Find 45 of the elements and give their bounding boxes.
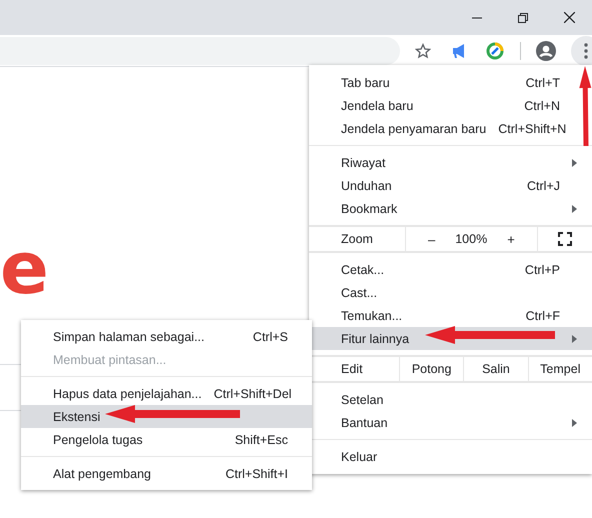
shortcut-text: Ctrl+N <box>524 98 560 112</box>
menu-item[interactable]: Hapus data penjelajahan... Ctrl+Shift+Del <box>21 382 312 405</box>
menu-item[interactable]: Alat pengembang Ctrl+Shift+I <box>21 462 312 485</box>
menu-item[interactable]: Keluar <box>309 445 592 468</box>
menu-item[interactable]: Jendela baru Ctrl+N <box>309 94 592 117</box>
fullscreen-icon[interactable] <box>558 232 572 246</box>
edit-action-button[interactable]: Tempel <box>528 357 592 381</box>
shortcut-text: Ctrl+S <box>252 330 288 344</box>
submenu-arrow-icon <box>572 334 577 342</box>
menu-item[interactable]: Cast... <box>309 281 592 304</box>
logo-letter: e <box>0 232 49 304</box>
zoom-in-button[interactable]: + <box>493 232 529 246</box>
shortcut-text: Ctrl+T <box>526 76 560 90</box>
submenu-arrow-icon <box>572 204 577 212</box>
menu-icon[interactable] <box>571 36 592 66</box>
menu-item[interactable]: Riwayat <box>309 151 592 174</box>
shortcut-text: Ctrl+Shift+N <box>498 122 566 136</box>
menu-item[interactable]: Simpan halaman sebagai... Ctrl+S <box>21 325 312 348</box>
menu-item[interactable]: Temukan... Ctrl+F <box>309 304 592 327</box>
shortcut-text: Ctrl+Shift+I <box>225 466 288 480</box>
menu-item[interactable]: Bantuan <box>309 411 592 434</box>
shortcut-text: Ctrl+P <box>524 262 560 276</box>
close-icon[interactable] <box>564 12 574 23</box>
shortcut-text: Ctrl+J <box>527 178 560 192</box>
profile-icon[interactable] <box>535 40 557 62</box>
zoom-level: 100% <box>454 232 488 246</box>
menu-item[interactable]: Tab baru Ctrl+T <box>309 71 592 94</box>
shortcut-text: Ctrl+Shift+Del <box>214 386 292 400</box>
menu-item[interactable]: Setelan <box>309 388 592 411</box>
restore-icon[interactable] <box>518 12 528 22</box>
submenu-arrow-icon <box>572 158 577 166</box>
zoom-label: Zoom <box>340 231 374 248</box>
menu-item[interactable]: Bookmark <box>309 197 592 220</box>
edit-action-button[interactable]: Potong <box>399 357 464 381</box>
menu-item[interactable]: Cetak... Ctrl+P <box>309 258 592 281</box>
edit-action-button[interactable]: Salin <box>463 357 528 381</box>
zoom-out-button[interactable]: – <box>414 232 450 246</box>
gauge-icon[interactable] <box>484 40 506 62</box>
menu-item[interactable]: Unduhan Ctrl+J <box>309 174 592 197</box>
submenu-arrow-icon <box>572 418 577 426</box>
shortcut-text: Shift+Esc <box>234 432 288 446</box>
shortcut-text: Ctrl+F <box>526 308 560 322</box>
menu-item[interactable]: Jendela penyamaran baru Ctrl+Shift+N <box>309 117 592 140</box>
menu-item[interactable]: Pengelola tugas Shift+Esc <box>21 428 312 451</box>
edit-label: Edit <box>340 361 364 378</box>
